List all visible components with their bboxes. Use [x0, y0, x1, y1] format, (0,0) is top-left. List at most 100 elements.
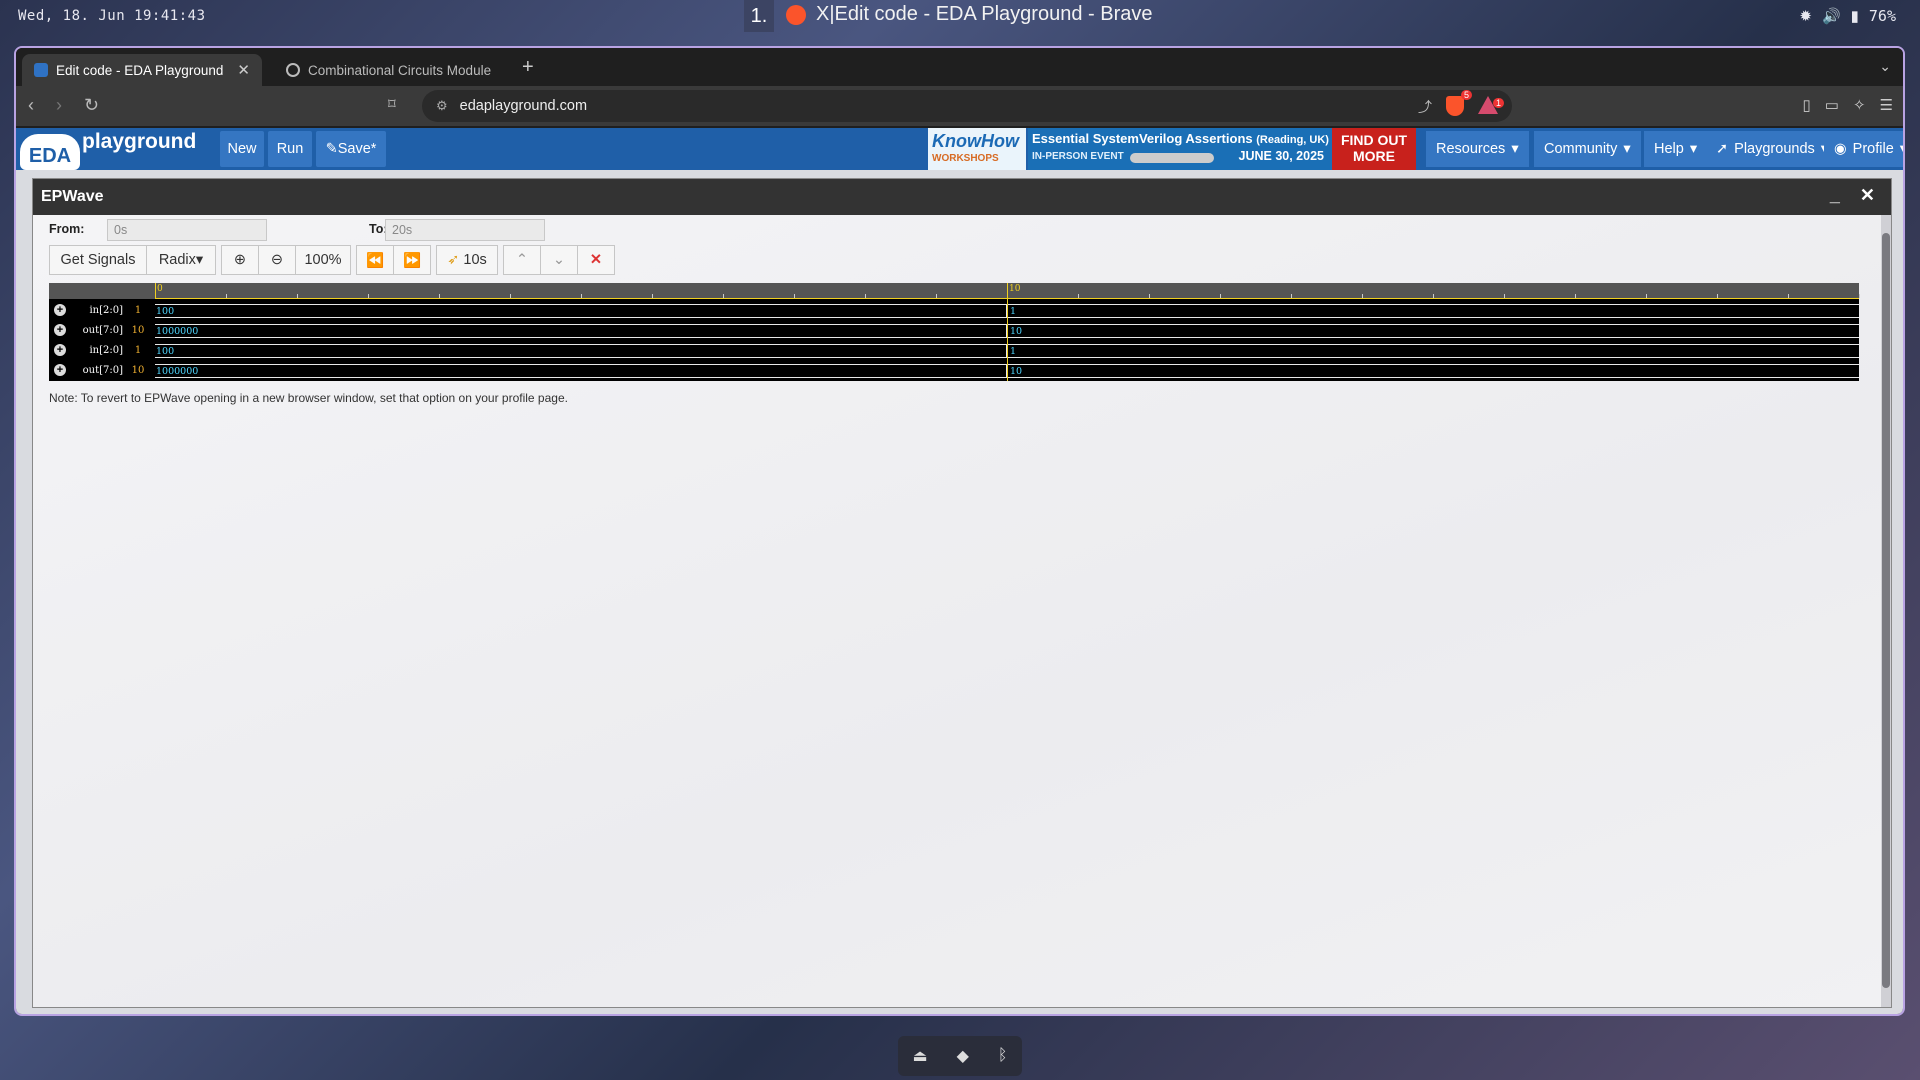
back-icon[interactable]: ‹ [28, 95, 34, 116]
cursor-time: 10s [463, 252, 487, 268]
new-tab-button[interactable]: + [522, 56, 534, 79]
from-field[interactable]: 0s [107, 219, 267, 241]
ruler-tick [794, 294, 795, 298]
radix-dropdown[interactable]: Radix ▾ [146, 245, 216, 275]
url-text[interactable]: edaplayground.com [460, 98, 587, 114]
to-field[interactable]: 20s [385, 219, 545, 241]
forward-icon[interactable]: › [56, 95, 62, 116]
window-title-text: X|Edit code - EDA Playground - Brave [816, 3, 1153, 25]
ruler-tick [297, 294, 298, 298]
signal-cursor-value: 1 [134, 345, 142, 356]
waveform-viewer[interactable]: 0 10 + in[2:0] 1 100 1 + out[7:0] 10 1000000 10 + i… [49, 283, 1860, 381]
ruler-tick [1717, 294, 1718, 298]
run-button[interactable]: Run [268, 131, 312, 167]
minimize-icon[interactable]: _ [1830, 185, 1840, 206]
brave-shield-icon[interactable]: 5 [1446, 90, 1472, 116]
help-menu[interactable]: Help ▾ [1644, 131, 1708, 167]
close-icon[interactable]: ✕ [1860, 185, 1875, 206]
reload-icon[interactable]: ↻ [84, 95, 99, 116]
rewards-badge: 1 [1492, 98, 1504, 108]
tab-search-chevron-icon[interactable]: ⌄ [1879, 58, 1891, 75]
wifi-icon[interactable]: ◆ [957, 1046, 969, 1066]
jump-start-icon[interactable]: ⏪ [356, 245, 394, 275]
tab-strip: Edit code - EDA Playground ✕ Combination… [16, 48, 1903, 86]
playgrounds-menu[interactable]: ➚Playgrounds▾ [1706, 131, 1839, 167]
wallet-icon[interactable]: ▭ [1825, 96, 1839, 114]
address-bar[interactable]: ⚙ edaplayground.com ⤴ 5 1 [422, 90, 1512, 122]
ruler-tick [1433, 294, 1434, 298]
epwave-note: Note: To revert to EPWave opening in a n… [49, 391, 568, 405]
user-icon: ◉ [1834, 141, 1847, 157]
cursor-time-button[interactable]: ➶ 10s [436, 245, 498, 275]
brightness-icon[interactable]: ✹ [1799, 7, 1812, 25]
eda-logo[interactable]: EDA playground [20, 130, 210, 170]
bus-value-segment: 100 [156, 306, 175, 317]
browser-actions: ▯ ▭ ✧ ☰ [1803, 96, 1893, 114]
scrollbar-thumb[interactable] [1882, 233, 1890, 988]
tab-combinational-circuits[interactable]: Combinational Circuits Module [274, 54, 514, 86]
banner-progress-bar [1130, 153, 1214, 163]
leo-ai-icon[interactable]: ✧ [1853, 96, 1866, 114]
tab-edit-code[interactable]: Edit code - EDA Playground ✕ [22, 54, 262, 86]
community-menu[interactable]: Community ▾ [1534, 131, 1641, 167]
bus-value-segment: 1000000 [156, 326, 199, 337]
bookmark-icon[interactable]: ⌑ [388, 95, 396, 113]
signal-row[interactable]: + out[7:0] 10 1000000 10 [49, 321, 1859, 341]
banner-date: JUNE 30, 2025 [1238, 149, 1324, 163]
zoom-level[interactable]: 100% [295, 245, 351, 275]
ruler-tick [1504, 294, 1505, 298]
expand-signal-icon[interactable]: + [54, 364, 66, 376]
get-signals-button[interactable]: Get Signals [49, 245, 147, 275]
find-out-more-button[interactable]: FIND OUT MORE [1332, 128, 1416, 170]
signal-row[interactable]: + out[7:0] 10 1000000 10 [49, 361, 1859, 381]
ruler-label-mid: 10 [1009, 284, 1021, 294]
eject-icon[interactable]: ⏏ [912, 1046, 927, 1066]
zoom-out-icon[interactable]: ⊖ [258, 245, 296, 275]
system-dock: ⏏ ◆ ᛒ [898, 1036, 1022, 1076]
ruler-tick [1646, 294, 1647, 298]
ad-banner[interactable]: KnowHow WORKSHOPS Essential SystemVerilo… [928, 128, 1416, 170]
site-settings-icon[interactable]: ⚙ [436, 98, 448, 114]
move-down-icon[interactable]: ⌄ [540, 245, 578, 275]
expand-signal-icon[interactable]: + [54, 324, 66, 336]
profile-menu[interactable]: ◉ Profile ▾ [1824, 131, 1903, 167]
resources-menu[interactable]: Resources ▾ [1426, 131, 1529, 167]
banner-event: IN-PERSON EVENT [1032, 151, 1124, 162]
share-icon[interactable]: ⤴ [1418, 97, 1432, 117]
workspace-indicator[interactable]: 1. [744, 0, 774, 32]
banner-location: (Reading, UK) [1256, 134, 1329, 146]
sidebar-toggle-icon[interactable]: ▯ [1803, 96, 1811, 114]
system-clock: Wed, 18. Jun 19:41:43 [18, 8, 206, 24]
expand-signal-icon[interactable]: + [54, 344, 66, 356]
brave-rewards-icon[interactable]: 1 [1478, 96, 1504, 114]
remove-signal-icon[interactable]: ✕ [577, 245, 615, 275]
ruler-tick [1078, 294, 1079, 298]
bus-value-segment: 1 [1010, 306, 1017, 317]
close-tab-icon[interactable]: ✕ [237, 61, 250, 79]
shield-count-badge: 5 [1460, 90, 1472, 100]
bluetooth-icon[interactable]: ᛒ [998, 1047, 1008, 1065]
save-button[interactable]: ✎ Save* [316, 131, 386, 167]
ruler-tick [1575, 294, 1576, 298]
signal-row[interactable]: + in[2:0] 1 100 1 [49, 341, 1859, 361]
time-cursor[interactable] [1007, 283, 1008, 381]
signal-row[interactable]: + in[2:0] 1 100 1 [49, 301, 1859, 321]
signal-cursor-value: 10 [131, 325, 145, 336]
window-controls: _ ✕ [1830, 185, 1875, 206]
epwave-scrollbar[interactable] [1881, 215, 1891, 1007]
zoom-in-icon[interactable]: ⊕ [221, 245, 259, 275]
jump-end-icon[interactable]: ⏩ [393, 245, 431, 275]
menu-hamburger-icon[interactable]: ☰ [1880, 96, 1893, 114]
expand-signal-icon[interactable]: + [54, 304, 66, 316]
globe-icon [286, 63, 300, 77]
logo-cloud: EDA [20, 134, 80, 170]
zoom-group: ⊕ ⊖ 100% [221, 245, 351, 275]
jump-group: ⏪ ⏩ [356, 245, 431, 275]
new-button[interactable]: New [220, 131, 264, 167]
epwave-toolbar: Get Signals Radix ▾ ⊕ ⊖ 100% ⏪ ⏩ ➶ 10s ⌃… [49, 245, 620, 275]
banner-details: Essential SystemVerilog Assertions (Read… [1028, 128, 1332, 170]
cursor-arrow-icon: ➶ [447, 252, 460, 268]
move-up-icon[interactable]: ⌃ [503, 245, 541, 275]
volume-icon[interactable]: 🔊 [1822, 7, 1841, 25]
playgrounds-label: Playgrounds [1734, 141, 1815, 157]
